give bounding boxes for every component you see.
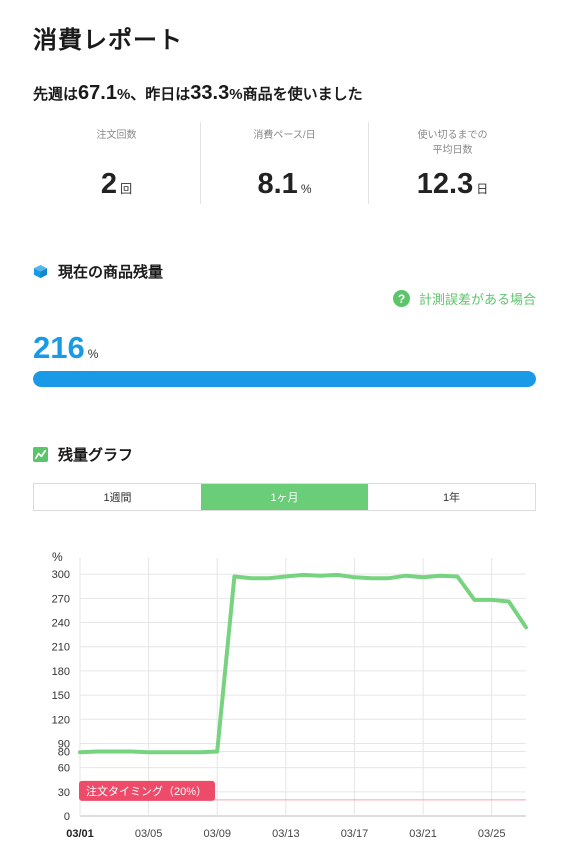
x-tick-label: 03/01 [66, 828, 94, 840]
summary-mid: %、昨日は [116, 86, 191, 103]
help-link-label: 計測誤差がある場合 [418, 292, 536, 307]
stat-order-count: 注文回数 2回 [33, 122, 200, 204]
stock-series-line [78, 572, 528, 755]
box-icon [33, 264, 48, 279]
stat-number: 8.1 [257, 168, 298, 200]
last-week-value: 67.1 [78, 82, 117, 104]
y-tick-label: 180 [52, 666, 70, 678]
y-tick-label: 240 [52, 618, 70, 630]
chart-svg: %03060809012015018021024027030003/01 03/0… [52, 550, 528, 840]
tab-1-month[interactable]: 1ヶ月 [201, 484, 368, 510]
yesterday-value: 33.3 [190, 82, 230, 104]
stock-unit: % [87, 347, 99, 361]
line-chart-icon [33, 447, 48, 462]
stock-line-chart: % 0 30 60 80 90 120 150 180 210 240 270 300 03/01 03/0… [0, 540, 570, 866]
section-title-label: 現在の商品残量 [58, 264, 164, 281]
stock-number: 216 [33, 330, 85, 365]
tab-1-week[interactable]: 1週間 [34, 484, 201, 510]
order-threshold-label: 注文タイミング（20%） [86, 784, 207, 798]
stat-label: 消費ペース/日 [253, 130, 316, 141]
y-tick-label: 210 [52, 642, 70, 654]
stat-value: 12.3 日 [369, 168, 536, 201]
x-tick-label: 03/13 [272, 828, 300, 840]
stat-average-days: 使い切るまでの 平均日数 12.3 日 [368, 122, 536, 204]
y-tick-label: 90 [58, 738, 70, 750]
y-tick-label: 60 [58, 763, 70, 775]
usage-summary: 先週は67.1%、昨日は33.3%商品を使いました [33, 82, 363, 105]
stat-unit: % [300, 182, 312, 196]
question-icon: ? [392, 290, 410, 307]
measurement-error-link[interactable]: ? 計測誤差がある場合 [392, 289, 536, 308]
stat-unit: 回 [120, 182, 133, 196]
y-tick-label: 120 [52, 714, 70, 726]
section-title-label: 残量グラフ [58, 447, 134, 464]
page-title: 消費レポート [33, 27, 183, 54]
stat-number: 2 [100, 168, 118, 200]
x-tick-label: 03/17 [341, 828, 369, 840]
stock-progress-bar [33, 371, 536, 387]
stat-label: 注文回数 [96, 130, 137, 141]
x-tick-label: 03/05 [135, 828, 163, 840]
range-tabs: 1週間 1ヶ月 1年 [33, 483, 536, 511]
stat-number: 12.3 [416, 168, 474, 200]
y-tick-label: 150 [52, 690, 70, 702]
x-tick-label: 03/21 [409, 828, 437, 840]
y-tick-label: 270 [52, 593, 70, 605]
stats-panel: 注文回数 2回 消費ペース/日 8.1% 使い切るまでの 平均日数 12.3 日 [33, 122, 536, 204]
stat-label: 使い切るまでの 平均日数 [417, 130, 488, 156]
stat-unit: 日 [476, 182, 489, 196]
stock-progress-fill [33, 371, 536, 387]
y-tick-label: 30 [58, 787, 70, 799]
x-tick-label: 03/09 [203, 828, 231, 840]
summary-prefix: 先週は [33, 86, 79, 103]
y-tick-label: 300 [52, 569, 70, 581]
stat-consumption-pace: 消費ペース/日 8.1% [200, 122, 368, 204]
summary-suffix: %商品を使いました [229, 86, 363, 103]
y-tick-label: 0 [64, 811, 70, 823]
stock-graph-heading: 残量グラフ [33, 444, 133, 465]
stat-value: 2回 [33, 168, 200, 201]
current-stock-heading: 現在の商品残量 [33, 261, 163, 282]
stat-value: 8.1% [201, 168, 368, 201]
x-tick-label: 03/25 [478, 828, 506, 840]
tab-1-year[interactable]: 1年 [368, 484, 535, 510]
y-axis-label: % [52, 550, 63, 564]
current-stock-value: 216% [33, 330, 98, 366]
